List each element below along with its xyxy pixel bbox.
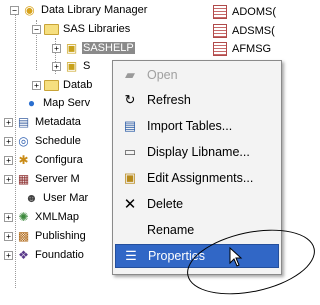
user-manager-icon: ☻ <box>25 191 38 205</box>
menu-item-display-libname[interactable]: ▭ Display Libname... <box>115 140 279 164</box>
tree-item-map-services[interactable]: ● Map Serv <box>24 95 91 111</box>
tree-item-publishing[interactable]: + ▩ Publishing <box>4 228 87 244</box>
edit-assignments-icon: ▣ <box>123 170 137 185</box>
tree-item-data-library-manager[interactable]: − ◉ Data Library Manager <box>10 2 148 18</box>
tree-item-label: Server M <box>35 173 80 185</box>
data-library-manager-icon: ◉ <box>24 3 35 17</box>
menu-item-open[interactable]: ▰ Open <box>115 63 279 87</box>
menu-item-label: Properties <box>148 249 205 263</box>
tree-item-label: S <box>83 60 91 72</box>
foundation-icon: ❖ <box>18 248 29 262</box>
properties-icon: ☰ <box>125 248 137 263</box>
menu-item-import-tables[interactable]: ▤ Import Tables... <box>115 114 279 138</box>
menu-item-label: Edit Assignments... <box>147 171 254 185</box>
menu-item-rename[interactable]: Rename <box>115 218 279 242</box>
tree-item-label: User Mar <box>43 192 89 204</box>
delete-icon: ✕ <box>123 196 137 213</box>
table-label: ADSMS( <box>232 25 275 37</box>
import-tables-icon: ▤ <box>123 118 137 133</box>
tree-item-foundation[interactable]: + ❖ Foundatio <box>4 247 85 263</box>
table-icon <box>213 5 227 19</box>
table-row[interactable]: AFMSG <box>213 40 271 58</box>
menu-item-refresh[interactable]: ↻ Refresh <box>115 88 279 112</box>
schedule-icon: ◎ <box>18 134 29 148</box>
expand-toggle[interactable]: + <box>52 61 61 71</box>
tree-item-schedule[interactable]: + ◎ Schedule <box>4 133 82 149</box>
tree-item-label: Schedule <box>35 135 81 147</box>
tree-item-label: Map Serv <box>43 97 91 109</box>
folder-open-icon: ▰ <box>125 67 135 82</box>
table-label: AFMSG <box>232 43 272 55</box>
expand-toggle[interactable]: + <box>4 250 13 260</box>
menu-item-label: Delete <box>147 197 184 211</box>
table-label: ADOMS( <box>232 6 276 18</box>
expand-toggle[interactable]: + <box>4 212 13 222</box>
tree-item-label: SAS Libraries <box>63 23 131 35</box>
tree-item-xmlmap[interactable]: + ✺ XMLMap <box>4 209 80 225</box>
tree-item-label: Foundatio <box>35 249 84 261</box>
expand-toggle[interactable]: + <box>52 43 61 53</box>
tree-item-configuration[interactable]: + ✱ Configura <box>4 152 84 168</box>
tree-item-label: Configura <box>35 154 83 166</box>
table-row[interactable]: ADOMS( <box>213 3 276 21</box>
menu-item-label: Import Tables... <box>147 119 233 133</box>
table-icon <box>213 42 227 56</box>
menu-item-label: Open <box>147 68 178 82</box>
menu-item-edit-assignments[interactable]: ▣ Edit Assignments... <box>115 166 279 190</box>
menu-item-properties[interactable]: ☰ Properties <box>115 244 279 268</box>
tree-item-server-manager[interactable]: + ▦ Server M <box>4 171 81 187</box>
expand-toggle[interactable]: + <box>4 117 13 127</box>
expand-toggle[interactable]: + <box>4 231 13 241</box>
table-icon <box>213 24 227 38</box>
tree-item-datab[interactable]: + Datab <box>32 77 93 93</box>
tree-item-metadata[interactable]: + ▤ Metadata <box>4 114 82 130</box>
tree-item-label: SASHELP <box>82 42 135 54</box>
expand-toggle[interactable]: + <box>4 136 13 146</box>
menu-item-label: Refresh <box>147 93 191 107</box>
menu-item-label: Rename <box>147 223 195 237</box>
library-icon: ▣ <box>65 59 78 73</box>
tree-item-label: Metadata <box>35 116 81 128</box>
expand-toggle[interactable]: + <box>4 155 13 165</box>
tree-item-label: XMLMap <box>35 211 80 223</box>
menu-item-delete[interactable]: ✕ Delete <box>115 192 279 216</box>
context-menu: ▰ Open ↻ Refresh ▤ Import Tables... ▭ Di… <box>112 60 282 275</box>
server-manager-icon: ▦ <box>17 172 30 186</box>
refresh-icon: ↻ <box>124 92 136 107</box>
menu-item-label: Display Libname... <box>147 145 250 159</box>
folder-icon <box>44 22 59 36</box>
tree-item-sashelp[interactable]: + ▣ SASHELP <box>52 40 135 56</box>
expand-toggle[interactable]: + <box>32 80 41 90</box>
mouse-pointer-icon <box>229 247 243 267</box>
tree-item-sas-libraries[interactable]: − SAS Libraries <box>32 21 131 37</box>
expand-toggle[interactable]: + <box>4 174 13 184</box>
publishing-icon: ▩ <box>17 229 30 243</box>
tree-item-label: Datab <box>63 79 93 91</box>
tree-item-user-manager[interactable]: ☻ User Mar <box>24 190 89 206</box>
tree-item-label: Data Library Manager <box>41 4 148 16</box>
tree-item-s[interactable]: + ▣ S <box>52 58 91 74</box>
collapse-toggle[interactable]: − <box>32 24 41 34</box>
metadata-icon: ▤ <box>17 115 30 129</box>
configuration-icon: ✱ <box>18 153 29 167</box>
tree-item-label: Publishing <box>35 230 86 242</box>
xmlmap-icon: ✺ <box>18 210 29 224</box>
folder-icon <box>44 78 59 92</box>
library-icon: ▣ <box>65 41 78 55</box>
collapse-toggle[interactable]: − <box>10 5 19 15</box>
table-row[interactable]: ADSMS( <box>213 22 275 40</box>
display-libname-icon: ▭ <box>123 144 137 159</box>
map-services-icon: ● <box>27 96 36 110</box>
